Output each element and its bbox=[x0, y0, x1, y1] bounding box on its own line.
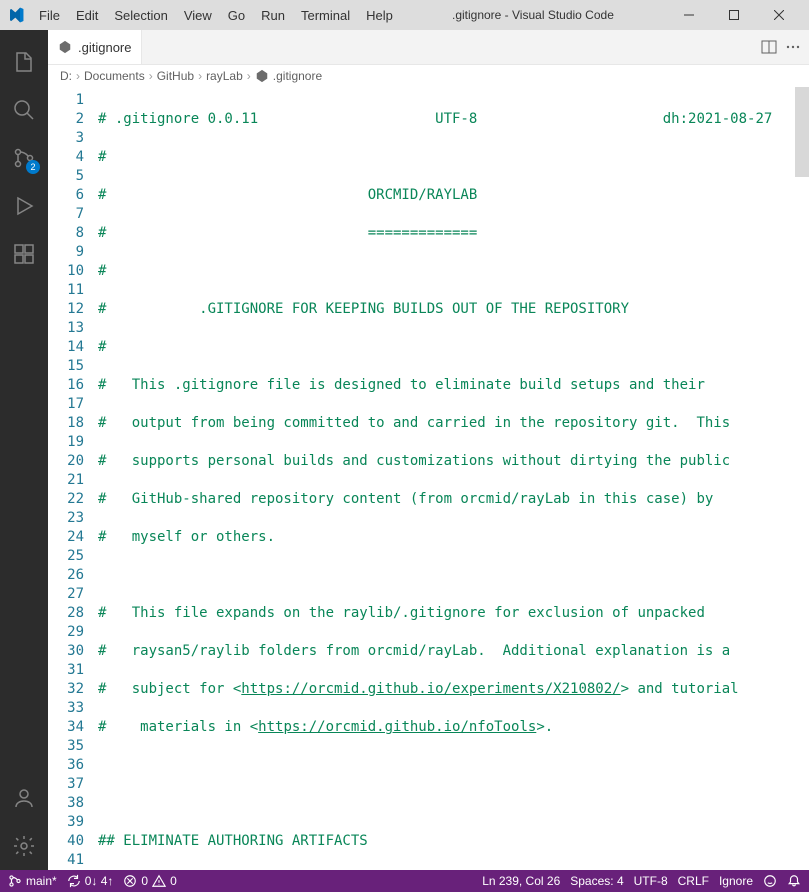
vscode-logo-icon bbox=[8, 7, 24, 23]
status-bar: main* 0↓ 4↑ 0 0 Ln 239, Col 26 Spaces: 4… bbox=[0, 870, 809, 892]
ignore-file-icon bbox=[58, 40, 72, 54]
link[interactable]: https://orcmid.github.io/nfoTools bbox=[258, 719, 536, 735]
notifications-icon[interactable] bbox=[787, 874, 801, 888]
indentation-status[interactable]: Spaces: 4 bbox=[570, 874, 623, 888]
main-area: 2 .gitignore D: › Documents › GitHub › rayL… bbox=[0, 30, 809, 870]
tab-actions bbox=[761, 30, 809, 64]
breadcrumb[interactable]: D: › Documents › GitHub › rayLab › .gitignor… bbox=[48, 65, 809, 87]
menu-run[interactable]: Run bbox=[254, 6, 292, 25]
chevron-right-icon: › bbox=[149, 69, 153, 83]
window-controls bbox=[666, 0, 801, 30]
breadcrumb-segment[interactable]: D: bbox=[60, 69, 72, 83]
editor-area: .gitignore D: › Documents › GitHub › rayLab… bbox=[48, 30, 809, 870]
chevron-right-icon: › bbox=[247, 69, 251, 83]
git-branch-status[interactable]: main* bbox=[8, 874, 57, 888]
text-editor[interactable]: 1234567891011121314151617181920212223242… bbox=[48, 87, 809, 870]
window-title: .gitignore - Visual Studio Code bbox=[400, 8, 666, 22]
menu-help[interactable]: Help bbox=[359, 6, 400, 25]
breadcrumb-segment[interactable]: .gitignore bbox=[273, 69, 322, 83]
activity-bar: 2 bbox=[0, 30, 48, 870]
language-mode-status[interactable]: Ignore bbox=[719, 874, 753, 888]
encoding-status[interactable]: UTF-8 bbox=[634, 874, 668, 888]
editor-tab[interactable]: .gitignore bbox=[48, 30, 142, 64]
scm-badge: 2 bbox=[26, 160, 40, 174]
link[interactable]: https://orcmid.github.io/experiments/X21… bbox=[241, 681, 620, 697]
cursor-position-status[interactable]: Ln 239, Col 26 bbox=[482, 874, 560, 888]
menubar: File Edit Selection View Go Run Terminal… bbox=[32, 6, 400, 25]
titlebar: File Edit Selection View Go Run Terminal… bbox=[0, 0, 809, 30]
chevron-right-icon: › bbox=[76, 69, 80, 83]
menu-go[interactable]: Go bbox=[221, 6, 252, 25]
menu-file[interactable]: File bbox=[32, 6, 67, 25]
menu-selection[interactable]: Selection bbox=[107, 6, 174, 25]
ignore-file-icon bbox=[255, 69, 269, 83]
vertical-scrollbar[interactable] bbox=[795, 87, 809, 870]
tab-bar: .gitignore bbox=[48, 30, 809, 65]
scroll-thumb[interactable] bbox=[795, 87, 809, 177]
extensions-icon[interactable] bbox=[0, 230, 48, 278]
feedback-icon[interactable] bbox=[763, 874, 777, 888]
line-number-gutter: 1234567891011121314151617181920212223242… bbox=[48, 87, 98, 870]
split-editor-icon[interactable] bbox=[761, 39, 777, 55]
settings-gear-icon[interactable] bbox=[0, 822, 48, 870]
breadcrumb-segment[interactable]: Documents bbox=[84, 69, 145, 83]
menu-edit[interactable]: Edit bbox=[69, 6, 105, 25]
chevron-right-icon: › bbox=[198, 69, 202, 83]
breadcrumb-segment[interactable]: GitHub bbox=[157, 69, 194, 83]
problems-status[interactable]: 0 0 bbox=[123, 874, 176, 888]
menu-terminal[interactable]: Terminal bbox=[294, 6, 357, 25]
close-button[interactable] bbox=[756, 0, 801, 30]
source-control-icon[interactable]: 2 bbox=[0, 134, 48, 182]
code-content[interactable]: # .gitignore 0.0.11 UTF-8 dh:2021-08-27 … bbox=[98, 87, 809, 870]
run-debug-icon[interactable] bbox=[0, 182, 48, 230]
sync-status[interactable]: 0↓ 4↑ bbox=[67, 874, 114, 888]
search-icon[interactable] bbox=[0, 86, 48, 134]
breadcrumb-segment[interactable]: rayLab bbox=[206, 69, 243, 83]
accounts-icon[interactable] bbox=[0, 774, 48, 822]
maximize-button[interactable] bbox=[711, 0, 756, 30]
explorer-icon[interactable] bbox=[0, 38, 48, 86]
menu-view[interactable]: View bbox=[177, 6, 219, 25]
more-actions-icon[interactable] bbox=[785, 39, 801, 55]
eol-status[interactable]: CRLF bbox=[678, 874, 709, 888]
minimize-button[interactable] bbox=[666, 0, 711, 30]
tab-label: .gitignore bbox=[78, 40, 131, 55]
